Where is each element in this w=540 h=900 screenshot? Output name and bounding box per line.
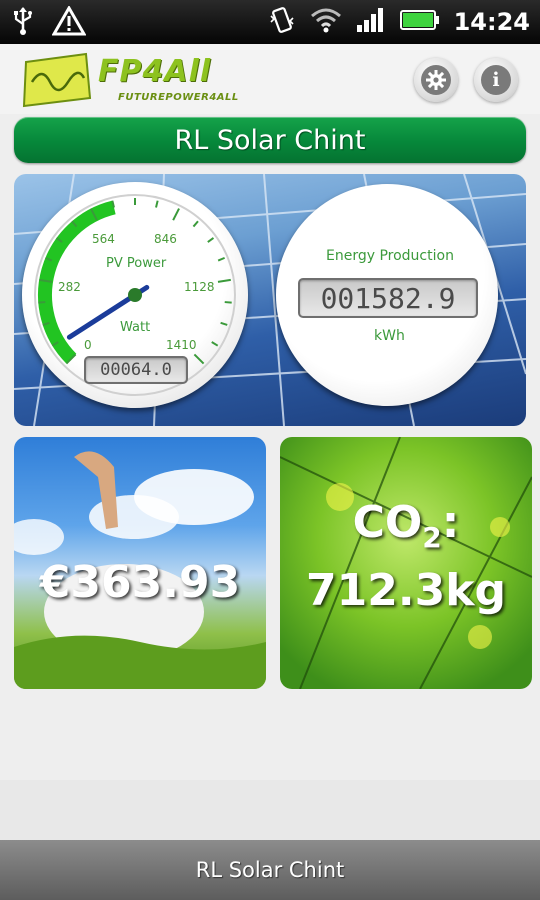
settings-button[interactable]	[414, 58, 458, 102]
energy-readout: 001582.9	[298, 278, 478, 318]
status-bar: 14:24	[0, 0, 540, 44]
gauge-tick-mark	[217, 256, 225, 262]
gauge-tick-label: 564	[92, 232, 115, 246]
gauge-tick-mark	[217, 278, 231, 283]
gauge-tick-mark	[224, 301, 232, 304]
gauge-unit: Watt	[120, 320, 151, 335]
gauge-tick-mark	[155, 200, 159, 208]
pv-power-gauge: 0 282 564 846 1128 1410 PV Power Watt 00…	[22, 182, 248, 408]
gauge-tick-label: 1128	[184, 280, 215, 294]
gauge-tick-label: 1410	[166, 338, 197, 352]
app-header: FP4All FUTUREPOWER4ALL i	[0, 44, 540, 114]
warning-icon	[51, 4, 87, 40]
page-title: RL Solar Chint	[174, 124, 366, 156]
gauge-tick-mark	[172, 208, 180, 221]
savings-tile[interactable]: €363.93	[14, 437, 266, 689]
signal-icon	[356, 7, 386, 37]
co2-label-subscript: 2	[422, 520, 442, 554]
title-banner[interactable]: RL Solar Chint	[14, 117, 526, 163]
content-spacer	[0, 780, 540, 840]
wifi-icon	[310, 7, 342, 37]
usb-icon	[12, 6, 34, 40]
energy-readout-value: 001582.9	[320, 281, 456, 315]
bottom-bar[interactable]: RL Solar Chint	[0, 840, 540, 900]
battery-icon	[399, 9, 440, 35]
gear-icon	[421, 65, 451, 95]
co2-tile[interactable]: CO2: 712.3kg	[280, 437, 532, 689]
gauge-tick-label: 282	[58, 280, 81, 294]
gauge-title: PV Power	[106, 256, 167, 271]
gauge-tick-mark	[220, 321, 228, 326]
logo-subtext: FUTUREPOWER4ALL	[118, 92, 239, 103]
energy-production-meter: Energy Production 001582.9 kWh	[276, 184, 498, 406]
fp4all-logo: FP4All FUTUREPOWER4ALL	[20, 52, 260, 108]
co2-label-text: CO	[352, 497, 423, 548]
co2-label-suffix: :	[441, 497, 460, 548]
pv-power-readout-value: 00064.0	[100, 360, 172, 380]
co2-value: 712.3kg	[306, 565, 506, 616]
info-icon: i	[481, 65, 511, 95]
gauge-tick-mark	[207, 237, 215, 243]
gauge-tick-mark	[211, 341, 219, 347]
status-time: 14:24	[453, 8, 530, 36]
energy-unit: kWh	[374, 328, 405, 344]
vibrate-icon	[268, 6, 296, 38]
logo-text: FP4All	[98, 54, 212, 89]
gauge-tick-mark	[193, 353, 205, 365]
co2-label: CO2:	[280, 497, 532, 554]
gauge-tick-mark	[192, 220, 199, 228]
gauge-tick-label: 0	[84, 338, 92, 352]
energy-title: Energy Production	[326, 248, 454, 264]
gauge-tick-label: 846	[154, 232, 177, 246]
pv-power-readout: 00064.0	[84, 356, 188, 384]
gauge-tick-mark	[38, 301, 46, 304]
info-button[interactable]: i	[474, 58, 518, 102]
leaves-icon	[280, 437, 532, 689]
bottom-bar-label: RL Solar Chint	[195, 858, 345, 882]
savings-value: €363.93	[39, 557, 241, 608]
